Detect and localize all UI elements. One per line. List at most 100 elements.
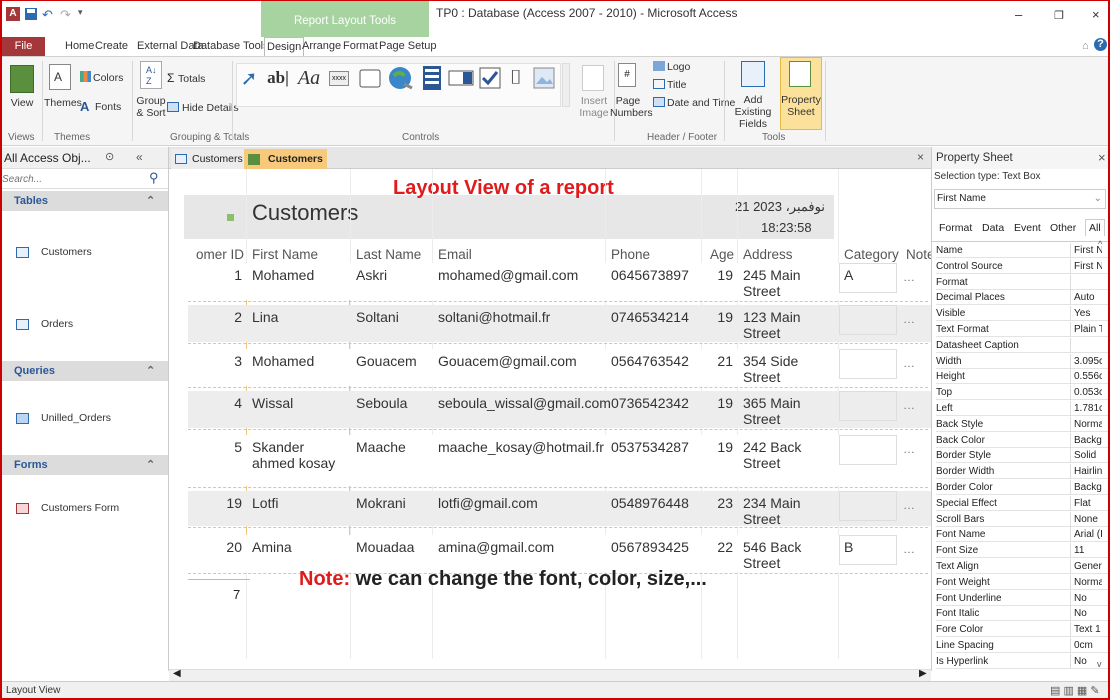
textbox-control-icon[interactable]: ab| [267, 68, 289, 88]
property-row[interactable]: Font Size 11 [936, 542, 1108, 559]
cell-customer-id[interactable]: 20 [204, 539, 242, 555]
note-ellipsis-icon[interactable]: … [903, 498, 915, 512]
property-value[interactable]: Solid [1074, 448, 1102, 463]
nav-item-orders[interactable]: Orders [2, 313, 168, 335]
note-ellipsis-icon[interactable]: … [903, 442, 915, 456]
tab-database-tools[interactable]: Database Tools [193, 40, 269, 52]
property-value[interactable]: Norma [1074, 575, 1102, 590]
checkbox-control-icon[interactable] [477, 63, 503, 93]
selection-dropdown[interactable]: First Name ⌄ [934, 189, 1106, 209]
nav-section-tables[interactable]: Tables ⌃ [2, 191, 168, 211]
property-value[interactable]: None [1074, 512, 1102, 527]
customize-qat-icon[interactable]: ▾ [78, 7, 92, 21]
ps-tab-data[interactable]: Data [982, 222, 1004, 234]
cell-last-name[interactable]: Gouacem [356, 353, 430, 369]
cell-email[interactable]: maache_kosay@hotmail.fr [438, 439, 604, 455]
cell-first-name[interactable]: Lotfi [252, 495, 348, 511]
doc-tab-customers-report[interactable]: Customers [244, 149, 327, 169]
combo-box-control-icon[interactable] [447, 63, 475, 93]
ps-scroll-up-icon[interactable]: ^ [1098, 239, 1102, 249]
attachment-control-icon[interactable]: ⌷ [506, 63, 526, 93]
ps-tab-all[interactable]: All [1085, 219, 1105, 236]
property-row[interactable]: Fore Color Text 1 [936, 621, 1108, 638]
themes-button-label[interactable]: Themes [44, 97, 82, 109]
report-title[interactable]: Customers [252, 200, 358, 226]
property-row[interactable]: Text Format Plain T [936, 321, 1108, 337]
tab-page-setup[interactable]: Page Setup [379, 40, 437, 52]
property-row[interactable]: Width 3.095c [936, 353, 1108, 369]
property-value[interactable]: Gener [1074, 559, 1102, 574]
property-value[interactable]: Backgr [1074, 433, 1102, 448]
property-row[interactable]: Height 0.556c [936, 368, 1108, 385]
view-switcher-icons[interactable]: ▤ ▥ ▦ ✎ [1050, 684, 1100, 697]
cell-first-name[interactable]: Amina [252, 539, 348, 555]
cell-last-name[interactable]: Maache [356, 439, 430, 455]
cell-age[interactable]: 23 [703, 495, 733, 511]
select-pointer-icon[interactable]: ➚ [238, 63, 260, 93]
property-row[interactable]: Border Width Hairlin [936, 463, 1108, 480]
property-value[interactable]: Arial (I [1074, 527, 1102, 542]
cell-customer-id[interactable]: 4 [204, 395, 242, 411]
cell-last-name[interactable]: Mouadaa [356, 539, 430, 555]
property-value[interactable]: Plain T [1074, 322, 1102, 337]
header-address[interactable]: Address [743, 247, 793, 262]
search-icon[interactable]: ⚲ [149, 170, 159, 186]
property-row[interactable]: Back ColorBackgr [936, 432, 1108, 448]
cell-phone[interactable]: 0548976448 [611, 495, 699, 511]
nav-header[interactable]: All Access Obj... ⊙ « [2, 147, 168, 169]
page-numbers-label[interactable]: Page Numbers [610, 95, 653, 119]
nav-item-customers-form[interactable]: Customers Form [2, 497, 168, 519]
cell-address[interactable]: 354 Side Street [743, 353, 837, 385]
property-row[interactable]: Control Source First N [936, 258, 1108, 274]
cell-customer-id[interactable]: 5 [204, 439, 242, 455]
property-value[interactable]: Text 1 [1074, 622, 1102, 637]
property-row[interactable]: Visible Yes [936, 305, 1108, 322]
cell-first-name[interactable]: Mohamed [252, 353, 348, 369]
restore-icon[interactable]: ❐ [1054, 9, 1064, 22]
property-row[interactable]: Format [936, 274, 1108, 290]
property-row[interactable]: Decimal Places Auto [936, 289, 1108, 306]
view-button-label[interactable]: View [4, 97, 40, 109]
cell-age[interactable]: 19 [703, 267, 733, 283]
property-row[interactable]: Top 0.053c [936, 384, 1108, 401]
cell-email[interactable]: mohamed@gmail.com [438, 267, 603, 283]
cell-first-name[interactable]: Wissal [252, 395, 348, 411]
property-value[interactable]: Backgr [1074, 480, 1102, 495]
cell-email[interactable]: amina@gmail.com [438, 539, 603, 555]
note-ellipsis-icon[interactable]: … [903, 398, 915, 412]
web-browser-control-icon[interactable] [420, 63, 444, 93]
hide-details-label[interactable]: Hide Details [182, 102, 239, 114]
minimize-icon[interactable]: – [1015, 7, 1022, 22]
property-value[interactable]: 0.053c [1074, 385, 1102, 400]
header-phone[interactable]: Phone [611, 247, 650, 262]
add-existing-fields-label[interactable]: Add Existing Fields [728, 94, 778, 130]
cell-email[interactable]: lotfi@gmail.com [438, 495, 603, 511]
nav-dropdown-icon[interactable]: ⊙ [105, 150, 114, 163]
tab-format[interactable]: Format [343, 40, 378, 52]
tab-file[interactable]: File [2, 37, 45, 56]
property-value[interactable]: First N [1074, 259, 1102, 274]
horizontal-scrollbar[interactable]: ◀ ▶ [169, 668, 931, 681]
property-row[interactable]: Back Style Norma [936, 416, 1108, 432]
report-date[interactable]: 21 نوفمبر، 2023 [735, 199, 825, 215]
property-row[interactable]: Border Style Solid [936, 447, 1108, 464]
tab-design[interactable]: Design [264, 37, 305, 56]
cell-age[interactable]: 19 [703, 439, 733, 455]
cell-first-name[interactable]: Skander ahmed kosay [252, 439, 348, 471]
cell-first-name[interactable]: Lina [252, 309, 348, 325]
nav-search-input[interactable] [2, 171, 142, 187]
property-row[interactable]: Border ColorBackgr [936, 479, 1108, 495]
cell-age[interactable]: 19 [703, 395, 733, 411]
report-time[interactable]: 18:23:58 [761, 220, 812, 235]
note-ellipsis-icon[interactable]: … [903, 312, 915, 326]
scroll-right-icon[interactable]: ▶ [919, 668, 927, 679]
cell-phone[interactable]: 0567893425 [611, 539, 699, 555]
header-first-name[interactable]: First Name [252, 247, 318, 262]
group-sort-label[interactable]: Group & Sort [134, 95, 168, 119]
cell-customer-id[interactable]: 1 [204, 267, 242, 283]
cell-customer-id[interactable]: 19 [204, 495, 242, 511]
nav-section-queries[interactable]: Queries ⌃ [2, 361, 168, 381]
cell-email[interactable]: seboula_wissal@gmail.com [438, 395, 611, 411]
cell-last-name[interactable]: Seboula [356, 395, 430, 411]
page-numbers-icon[interactable]: # [618, 63, 636, 87]
